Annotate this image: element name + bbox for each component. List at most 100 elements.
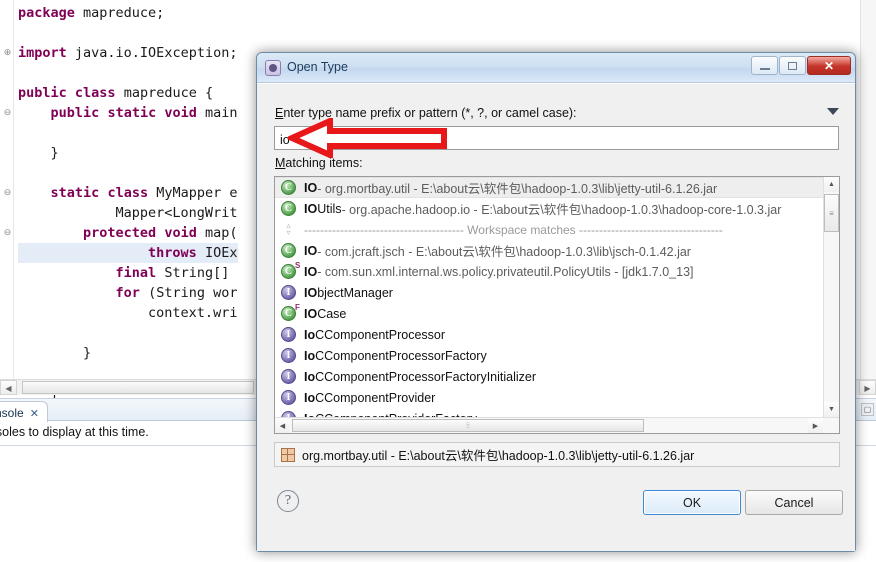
result-type-name: IO <box>304 180 318 195</box>
fold-collapse-icon[interactable]: ⊖ <box>2 187 13 198</box>
class-icon: C <box>280 200 304 217</box>
interface-icon: I <box>280 347 304 364</box>
result-type-name: IoCComponentProcessorFactory <box>304 348 487 363</box>
open-type-icon <box>265 60 281 76</box>
type-name-label: Enter type name prefix or pattern (*, ?,… <box>275 106 577 120</box>
help-icon[interactable]: ? <box>277 490 299 512</box>
dialog-body: Enter type name prefix or pattern (*, ?,… <box>257 83 855 551</box>
separator-label: ----------------------------------------… <box>304 222 723 237</box>
expand-collapse-icon[interactable]: ▵ ▿ <box>284 222 293 237</box>
close-button[interactable]: ✕ <box>807 56 851 75</box>
code-line: import java.io.IOException; <box>18 45 238 61</box>
window-controls: ✕ <box>750 56 851 75</box>
scroll-left-icon[interactable]: ◀ <box>0 380 17 395</box>
class-icon: C <box>281 243 296 258</box>
dialog-title: Open Type <box>287 60 348 74</box>
result-row[interactable]: C IO - com.jcraft.jsch - E:\about云\软件包\ha… <box>275 240 823 261</box>
selection-status-bar: org.mortbay.util - E:\about云\软件包\hadoop-… <box>274 442 840 467</box>
fold-collapse-icon[interactable]: ⊖ <box>2 107 13 118</box>
code-line: Mapper<LongWrit <box>18 205 238 221</box>
screen: ⊕ ⊖ ⊖ ⊖ package mapreduce; import java.io.I… <box>0 0 876 562</box>
results-vscroll-thumb[interactable]: ≡ <box>824 194 839 232</box>
results-vertical-scrollbar[interactable]: ▲ ≡ ▼ <box>823 177 839 417</box>
interface-icon: I <box>281 327 296 342</box>
interface-icon: I <box>281 285 296 300</box>
results-separator-row: ▵ ▿ --------------------------------------… <box>275 219 823 240</box>
result-location: - com.jcraft.jsch - E:\about云\软件包\hadoop… <box>317 245 691 259</box>
code-line: public static void main <box>50 105 238 121</box>
result-row[interactable]: C F IOCase <box>275 303 823 324</box>
editor-gutter[interactable]: ⊕ ⊖ ⊖ ⊖ <box>0 0 14 395</box>
interface-icon: I <box>280 368 304 385</box>
interface-icon: I <box>281 369 296 384</box>
result-type-name: IoCComponentProvider <box>304 390 436 405</box>
interface-icon: I <box>280 389 304 406</box>
chevron-down-icon[interactable] <box>827 108 839 115</box>
interface-icon: I <box>281 348 296 363</box>
matching-items-label-mnemonic: M <box>275 156 286 170</box>
code-line: context.wri <box>18 305 238 321</box>
result-row[interactable]: I IObjectManager <box>275 282 823 303</box>
expand-collapse-icon: ▵ ▿ <box>280 221 304 238</box>
maximize-button[interactable] <box>779 56 806 75</box>
result-type-name: IOCase <box>304 306 347 321</box>
maximize-icon[interactable]: ▢ <box>861 403 874 416</box>
type-name-label-text: nter type name prefix or pattern (*, ?, … <box>283 106 577 120</box>
ok-button[interactable]: OK <box>643 490 741 515</box>
interface-icon: I <box>281 390 296 405</box>
fold-collapse-icon[interactable]: ⊖ <box>2 227 13 238</box>
code-line: throws IOEx <box>18 243 238 263</box>
matching-items-list[interactable]: C IO - org.mortbay.util - E:\about云\软件包\h… <box>274 176 840 434</box>
result-type-name: IO <box>304 243 318 258</box>
close-icon[interactable]: ✕ <box>30 407 39 420</box>
code-line: public class mapreduce { <box>18 85 214 101</box>
result-row[interactable]: I IoCComponentProcessorFactory <box>275 345 823 366</box>
scroll-right-icon[interactable]: ▶ <box>859 380 876 395</box>
result-location: - com.sun.xml.internal.ws.policy.private… <box>317 264 694 279</box>
editor-code-area[interactable]: package mapreduce; import java.io.IOExce… <box>18 3 238 403</box>
code-line: } <box>18 345 92 361</box>
result-row[interactable]: IIoCComponentProviderFactory <box>275 408 823 417</box>
code-line: final String[] <box>115 265 238 281</box>
matching-items-label-text: atching items: <box>285 156 363 170</box>
type-name-input[interactable] <box>274 126 839 150</box>
code-line: static class MyMapper e <box>50 185 238 201</box>
interface-icon: I <box>280 326 304 343</box>
result-row[interactable]: C S IO - com.sun.xml.internal.ws.policy.pr… <box>275 261 823 282</box>
result-type-name: IOUtils <box>304 201 342 216</box>
minimize-button[interactable] <box>751 56 778 75</box>
result-row[interactable]: C IOUtils - org.apache.hadoop.io - E:\abo… <box>275 198 823 219</box>
result-row[interactable]: I IoCComponentProcessor <box>275 324 823 345</box>
class-icon: CF <box>280 303 304 322</box>
class-icon: C <box>281 180 296 195</box>
editor-hscroll-thumb[interactable] <box>22 381 254 394</box>
scroll-left-icon[interactable]: ◀ <box>275 418 290 433</box>
cancel-button[interactable]: Cancel <box>745 490 843 515</box>
scroll-down-icon[interactable]: ▼ <box>824 402 839 417</box>
class-icon: C <box>281 306 296 321</box>
result-location: - org.mortbay.util - E:\about云\软件包\hadoo… <box>317 182 718 196</box>
scroll-right-icon[interactable]: ▶ <box>808 418 823 433</box>
tab-console[interactable]: nsole ✕ <box>0 401 48 422</box>
results-hscroll-thumb[interactable]: ⦙⦙ <box>292 419 644 432</box>
fold-expand-icon[interactable]: ⊕ <box>2 47 13 58</box>
scroll-up-icon[interactable]: ▲ <box>824 177 839 192</box>
dialog-title-bar[interactable]: Open Type ✕ <box>257 53 855 83</box>
result-location: - org.apache.hadoop.io - E:\about云\软件包\h… <box>341 203 782 217</box>
editor-vertical-scrollbar[interactable] <box>860 0 876 379</box>
result-row[interactable]: I IoCComponentProcessorFactoryInitializer <box>275 366 823 387</box>
code-line: package mapreduce; <box>18 5 165 21</box>
result-row[interactable]: I IoCComponentProvider <box>275 387 823 408</box>
result-type-name: IoCComponentProcessor <box>304 327 446 342</box>
result-row[interactable]: C IO - org.mortbay.util - E:\about云\软件包\h… <box>275 177 823 198</box>
open-type-dialog[interactable]: Open Type ✕ Enter type name prefix or pa… <box>256 52 856 552</box>
results-container[interactable]: C IO - org.mortbay.util - E:\about云\软件包\h… <box>275 177 823 417</box>
code-line: for (String wor <box>115 285 238 301</box>
results-horizontal-scrollbar[interactable]: ◀ ⦙⦙ ▶ <box>275 417 839 433</box>
class-icon: C <box>281 201 296 216</box>
class-icon: C <box>281 264 296 279</box>
